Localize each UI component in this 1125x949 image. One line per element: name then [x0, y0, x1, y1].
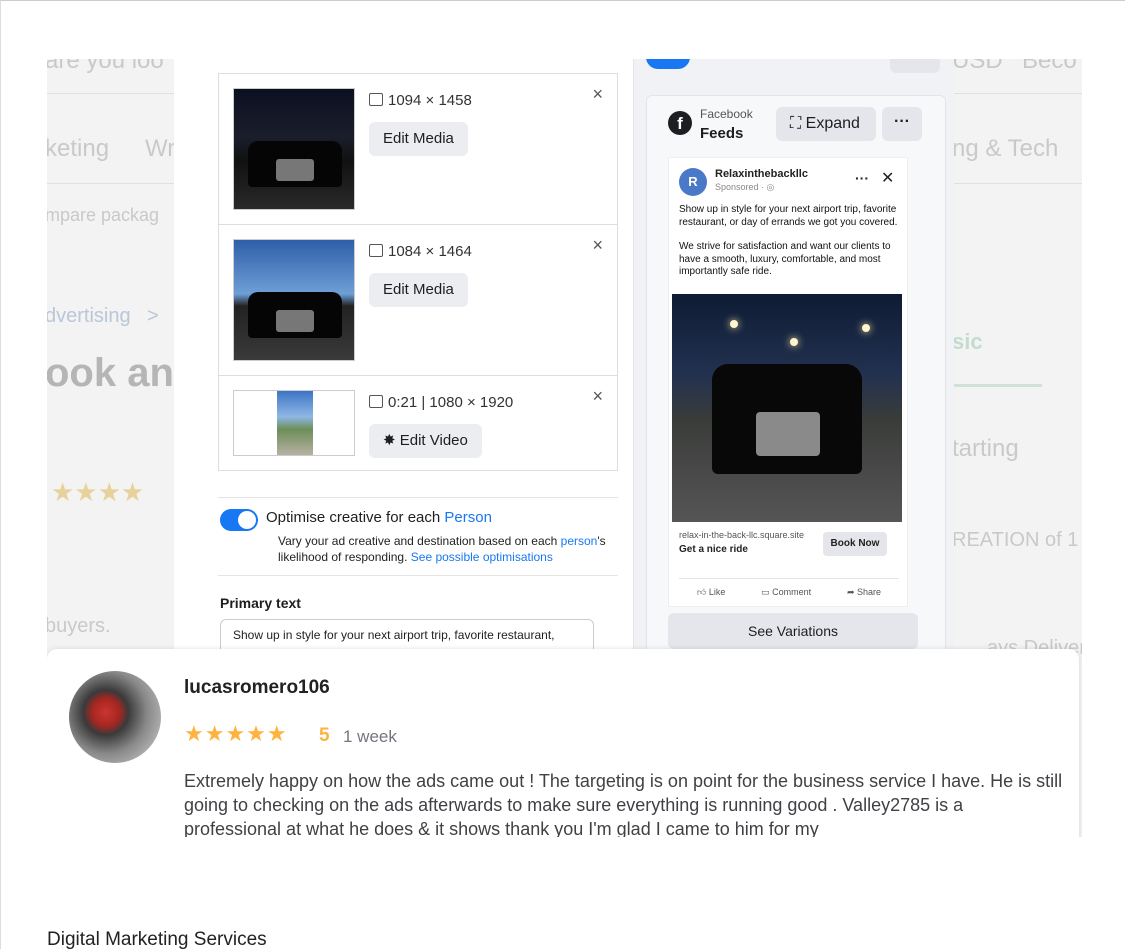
- gallery-frame: are you loo USD Beco keting Wr ng & Tech…: [47, 59, 1082, 837]
- bg-compare: mpare packag: [47, 205, 160, 225]
- bg-nav-left: keting: [47, 135, 110, 162]
- edit-media-button[interactable]: Edit Media: [369, 273, 468, 307]
- page-name: Relaxinthebackllc: [715, 168, 808, 180]
- media-card-1: 1094 × 1458 Edit Media ×: [218, 73, 618, 225]
- placement-label: Feeds: [700, 125, 744, 142]
- bg-breadcrumb: dvertising: [47, 305, 131, 327]
- see-variations-button[interactable]: See Variations: [668, 613, 918, 649]
- bg-creation: REATION of 1: [952, 529, 1079, 551]
- media-dimensions: 1094 × 1458: [369, 92, 472, 109]
- more-options-button[interactable]: ···: [882, 107, 922, 141]
- image-icon: [369, 93, 383, 106]
- preview-toggle[interactable]: [646, 59, 690, 69]
- divider: [218, 497, 618, 498]
- optimise-description: Vary your ad creative and destination ba…: [278, 534, 606, 564]
- bg-nav-left-2: Wr: [145, 135, 176, 162]
- see-optimisations-link[interactable]: See possible optimisations: [411, 550, 553, 564]
- platform-label: Facebook: [700, 107, 753, 121]
- edit-media-button[interactable]: Edit Media: [369, 122, 468, 156]
- edit-video-button[interactable]: ✸ Edit Video: [369, 424, 482, 458]
- media-card-video: 0:21 | 1080 × 1920 ✸ Edit Video ×: [218, 375, 618, 471]
- comment-icon: ▭: [761, 587, 773, 597]
- rating-value: 5: [319, 725, 330, 746]
- bg-tab-underline: [947, 384, 1042, 387]
- divider: [218, 575, 618, 576]
- car-photo-thumbnail: [233, 88, 355, 210]
- bg-tab-basic: sic: [952, 329, 983, 354]
- bg-currency: USD: [952, 59, 1003, 74]
- bg-nav-right: ng & Tech: [952, 135, 1059, 162]
- bg-gig-title: ook an: [47, 351, 174, 395]
- comment-button[interactable]: ▭ Comment: [761, 587, 811, 598]
- page-avatar: R: [679, 168, 707, 196]
- close-icon[interactable]: ×: [592, 84, 603, 105]
- link-headline: Get a nice ride: [679, 544, 748, 555]
- close-icon[interactable]: ✕: [881, 168, 894, 188]
- reviewer-username[interactable]: lucasromero106: [184, 677, 330, 699]
- expand-icon: ⛶: [790, 115, 806, 132]
- share-icon: ➦: [846, 587, 858, 597]
- globe-icon: ◎: [766, 182, 775, 192]
- section-heading: Digital Marketing Services: [47, 929, 267, 949]
- sparkle-icon: ✸: [383, 432, 400, 449]
- optimise-toggle[interactable]: [220, 509, 258, 531]
- close-icon[interactable]: ×: [592, 235, 603, 256]
- bg-search-text: are you loo: [47, 59, 164, 74]
- post-more-icon[interactable]: ···: [855, 170, 869, 186]
- post-text: Show up in style for your next airport t…: [679, 204, 898, 277]
- ad-editor-panel: 1094 × 1458 Edit Media × 1084 × 1464 Edi…: [174, 59, 634, 657]
- expand-button[interactable]: ⛶ Expand: [776, 107, 876, 141]
- share-button[interactable]: [890, 59, 940, 73]
- thumbs-up-icon: 👍︎: [696, 587, 709, 597]
- book-now-button[interactable]: Book Now: [823, 532, 887, 556]
- image-icon: [369, 244, 383, 257]
- ad-preview-panel: f Facebook Feeds ⛶ Expand ··· R Relaxint…: [646, 59, 946, 657]
- sponsored-label: Sponsored · ◎: [715, 182, 775, 192]
- facebook-icon: f: [668, 111, 692, 135]
- primary-text-label: Primary text: [220, 595, 301, 611]
- media-dimensions: 1084 × 1464: [369, 243, 472, 260]
- review-time: 1 week: [343, 727, 397, 746]
- bg-buyers: buyers.: [47, 615, 111, 637]
- media-card-2: 1084 × 1464 Edit Media ×: [218, 224, 618, 376]
- bg-stars: ★★★★: [51, 477, 145, 507]
- link-domain: relax-in-the-back-llc.square.site: [679, 530, 805, 540]
- review-card: lucasromero106 ★★★★★ 5 1 week Extremely …: [47, 649, 1079, 837]
- facebook-post-preview: R Relaxinthebackllc Sponsored · ◎ ··· ✕ …: [668, 157, 908, 607]
- car-photo-thumbnail: [233, 239, 355, 361]
- like-button[interactable]: 👍︎ Like: [697, 587, 725, 598]
- bg-breadcrumb-sep: >: [147, 305, 159, 327]
- ad-preview-screenshot: 1094 × 1458 Edit Media × 1084 × 1464 Edi…: [174, 59, 954, 657]
- reviewer-avatar: [69, 671, 161, 763]
- star-rating-icons: ★★★★★: [184, 721, 288, 746]
- bg-starting: tarting: [952, 435, 1019, 462]
- post-actions: 👍︎ Like ▭ Comment ➦ Share: [679, 578, 899, 598]
- review-text: Extremely happy on how the ads came out …: [184, 771, 1063, 837]
- optimise-label: Optimise creative for each Person: [266, 509, 492, 526]
- share-post-button[interactable]: ➦ Share: [847, 587, 881, 598]
- video-icon: [369, 395, 383, 408]
- bg-become: Beco: [1022, 59, 1077, 74]
- video-thumbnail: [233, 390, 355, 456]
- media-dimensions: 0:21 | 1080 × 1920: [369, 394, 513, 411]
- car-photo: [672, 294, 902, 522]
- person-link[interactable]: Person: [444, 509, 492, 526]
- close-icon[interactable]: ×: [592, 386, 603, 407]
